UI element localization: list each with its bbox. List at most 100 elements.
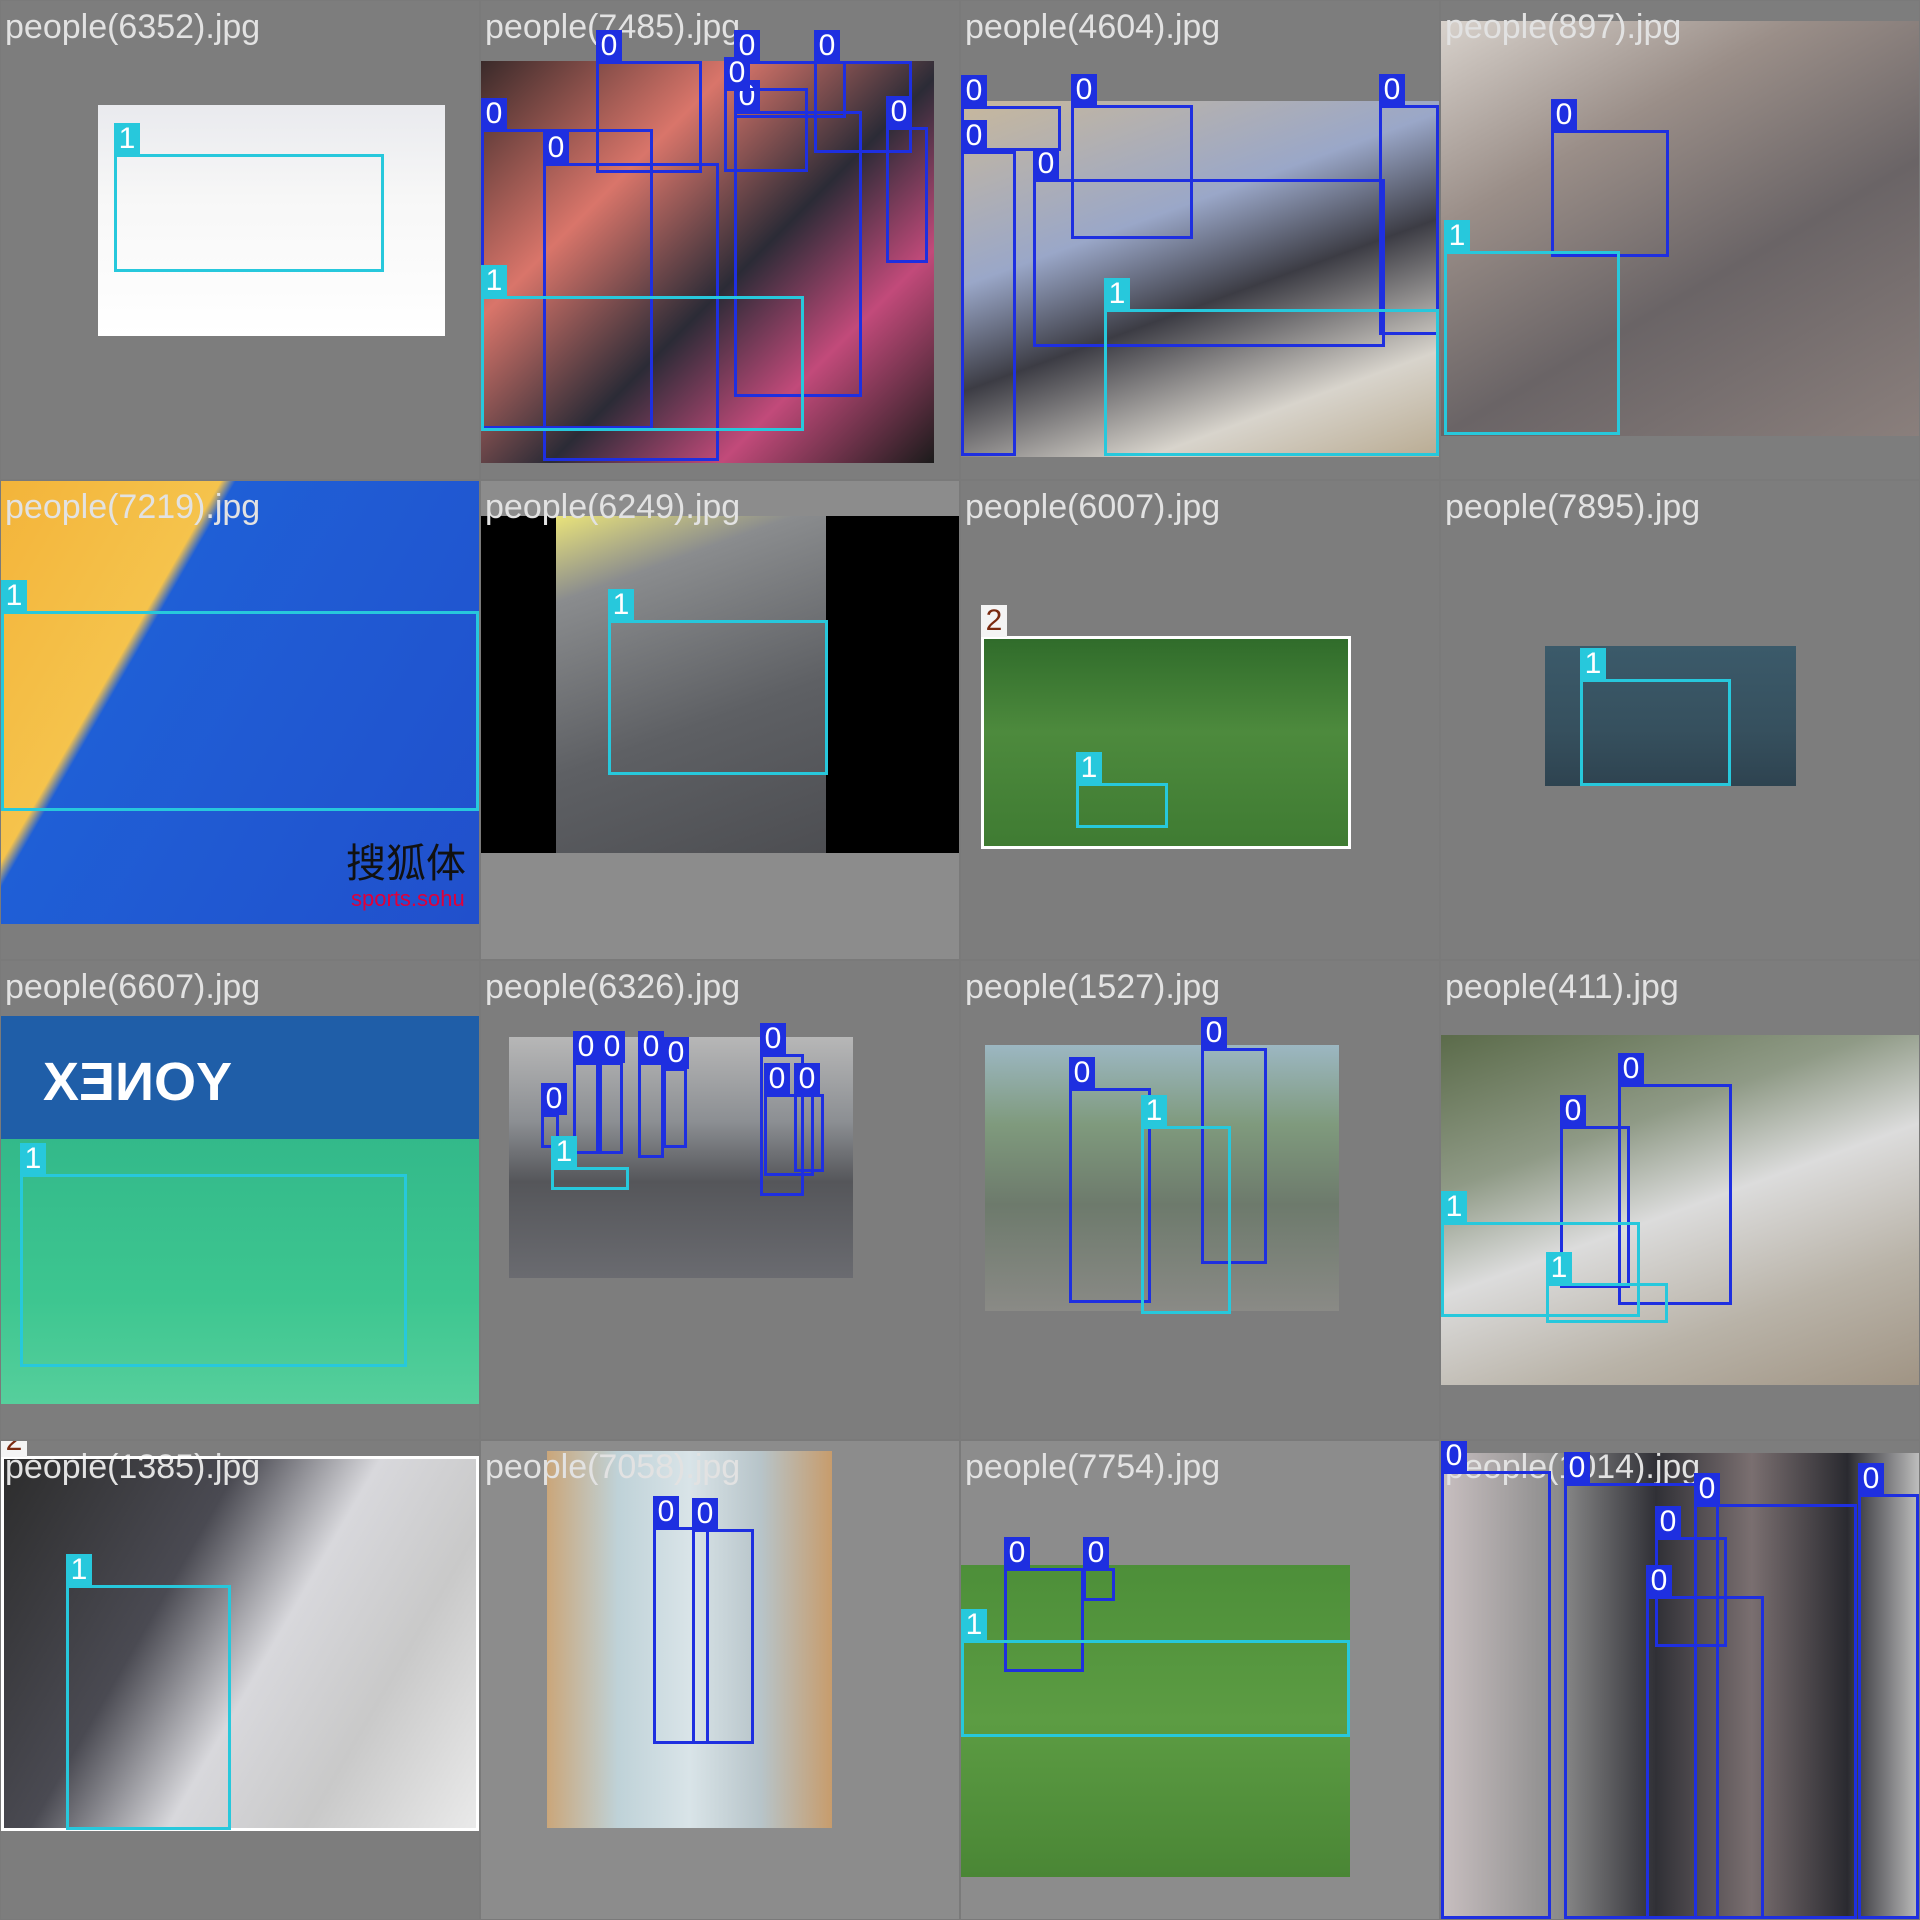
class-tag: 0 (541, 1083, 567, 1115)
class-tag: 1 (481, 265, 507, 297)
tile-people-7895: people(7895).jpg 1 (1441, 481, 1919, 959)
filename-label: people(6326).jpg (485, 968, 741, 1006)
class-tag: 0 (1564, 1452, 1590, 1484)
bbox-class-0: 0 (724, 57, 808, 172)
tile-people-7754: people(7754).jpg 0 0 1 (961, 1441, 1439, 1919)
class-tag: 0 (1618, 1053, 1644, 1085)
class-tag: 0 (1201, 1017, 1227, 1049)
bbox-class-0: 0 (1441, 1441, 1551, 1919)
bbox-class-1: 1 (961, 1609, 1350, 1737)
class-tag: 0 (724, 57, 750, 89)
class-tag: 1 (961, 1609, 987, 1641)
class-tag: 0 (764, 1063, 790, 1095)
tile-people-6007: people(6007).jpg 2 1 (961, 481, 1439, 959)
tile-people-1527: people(1527).jpg 0 0 1 (961, 961, 1439, 1439)
bbox-class-1: 1 (1141, 1095, 1231, 1314)
letterbox-left (481, 516, 556, 853)
filename-label: people(4604).jpg (965, 8, 1221, 46)
class-tag: 0 (886, 96, 912, 128)
class-tag: 1 (1580, 648, 1606, 680)
class-tag: 0 (1551, 99, 1577, 131)
class-tag: 0 (1646, 1565, 1672, 1597)
class-tag: 0 (663, 1037, 689, 1069)
bbox-class-0: 0 (638, 1031, 664, 1158)
bbox-class-1: 1 (1444, 220, 1620, 435)
class-tag: 0 (1560, 1095, 1586, 1127)
bbox-class-0: 0 (663, 1037, 689, 1148)
bbox-class-1: 1 (114, 123, 384, 272)
bbox-class-1: 1 (1076, 752, 1168, 828)
class-tag: 1 (1076, 752, 1102, 784)
filename-label: people(6249).jpg (485, 488, 741, 526)
class-tag: 0 (1441, 1441, 1467, 1472)
filename-label: people(7219).jpg (5, 488, 261, 526)
class-tag: 1 (1441, 1191, 1467, 1223)
bbox-class-1: 1 (1580, 648, 1731, 786)
class-tag: 0 (1694, 1473, 1720, 1505)
bbox-class-0: 0 (599, 1031, 625, 1154)
tile-people-7058: people(7058).jpg 0 0 (481, 1441, 959, 1919)
bbox-class-1: 1 (1104, 278, 1439, 456)
class-tag: 0 (596, 30, 622, 62)
class-tag: 1 (114, 123, 140, 155)
tile-people-6249: people(6249).jpg 1 (481, 481, 959, 959)
class-tag: 0 (653, 1496, 679, 1528)
tile-people-6607: YONEX people(6607).jpg 1 (1, 961, 479, 1439)
bbox-class-0: 0 (886, 96, 928, 263)
class-tag: 0 (814, 30, 840, 62)
class-tag: 0 (1069, 1057, 1095, 1089)
tile-people-1014: people(1014).jpg 0 0 0 0 0 0 (1441, 1441, 1919, 1919)
filename-label: people(7058).jpg (485, 1448, 741, 1486)
tile-people-411: people(411).jpg 0 0 1 1 (1441, 961, 1919, 1439)
tile-people-7485: people(7485).jpg 0 0 0 0 0 0 0 0 1 (481, 1, 959, 479)
class-tag: 0 (961, 75, 987, 107)
tile-people-1385: people(1385).jpg 2 1 (1, 1441, 479, 1919)
class-tag: 1 (1546, 1252, 1572, 1284)
tile-people-6326: people(6326).jpg 0 0 0 0 0 0 0 0 1 (481, 961, 959, 1439)
sponsor-banner: YONEX (43, 1052, 233, 1112)
class-tag: 0 (1858, 1463, 1884, 1495)
class-tag: 0 (1083, 1537, 1109, 1569)
bbox-class-1: 1 (20, 1143, 407, 1367)
class-tag: 1 (1444, 220, 1470, 252)
filename-label: people(6607).jpg (5, 968, 261, 1006)
filename-label: people(7754).jpg (965, 1448, 1221, 1486)
bbox-class-0: 0 (1379, 74, 1439, 335)
class-tag: 1 (1104, 278, 1130, 310)
class-tag: 0 (760, 1023, 786, 1055)
class-tag: 0 (543, 132, 569, 164)
bbox-class-0: 0 (1069, 1057, 1151, 1303)
class-tag: 0 (794, 1063, 820, 1095)
tile-people-7219: people(7219).jpg 1 搜狐体 sports.sohu (1, 481, 479, 959)
watermark-text: 搜狐体 (346, 842, 466, 886)
tile-people-6352: people(6352).jpg 1 (1, 1, 479, 479)
bbox-class-1: 1 (1, 580, 479, 811)
filename-label: people(897).jpg (1445, 8, 1682, 46)
class-tag: 1 (66, 1554, 92, 1586)
class-tag: 0 (1004, 1537, 1030, 1569)
bbox-class-0: 0 (1646, 1565, 1764, 1919)
letterbox-right (826, 516, 959, 853)
filename-label: people(411).jpg (1445, 968, 1679, 1006)
bbox-class-1: 1 (608, 589, 828, 775)
class-tag: 1 (20, 1143, 46, 1175)
class-tag: 0 (481, 98, 507, 130)
class-tag: 0 (1655, 1506, 1681, 1538)
bbox-class-0: 0 (1083, 1537, 1115, 1601)
class-tag: 0 (961, 120, 987, 152)
class-tag: 1 (608, 589, 634, 621)
bbox-class-0: 0 (961, 120, 1016, 456)
class-tag: 0 (1033, 148, 1059, 180)
class-tag: 1 (1, 580, 27, 612)
class-tag: 1 (1141, 1095, 1167, 1127)
filename-label: people(6352).jpg (5, 8, 261, 46)
filename-label: people(7895).jpg (1445, 488, 1701, 526)
tile-people-4604: people(4604).jpg 0 0 0 0 0 1 (961, 1, 1439, 479)
bbox-class-1: 1 (66, 1554, 231, 1830)
detection-mosaic: people(6352).jpg 1 people(7485).jpg 0 0 … (0, 0, 1920, 1920)
bbox-class-0: 0 (1858, 1463, 1919, 1919)
class-tag: 1 (551, 1136, 577, 1168)
class-tag: 2 (981, 605, 1007, 637)
bbox-class-1: 1 (1546, 1252, 1668, 1323)
filename-label: people(1527).jpg (965, 968, 1221, 1006)
